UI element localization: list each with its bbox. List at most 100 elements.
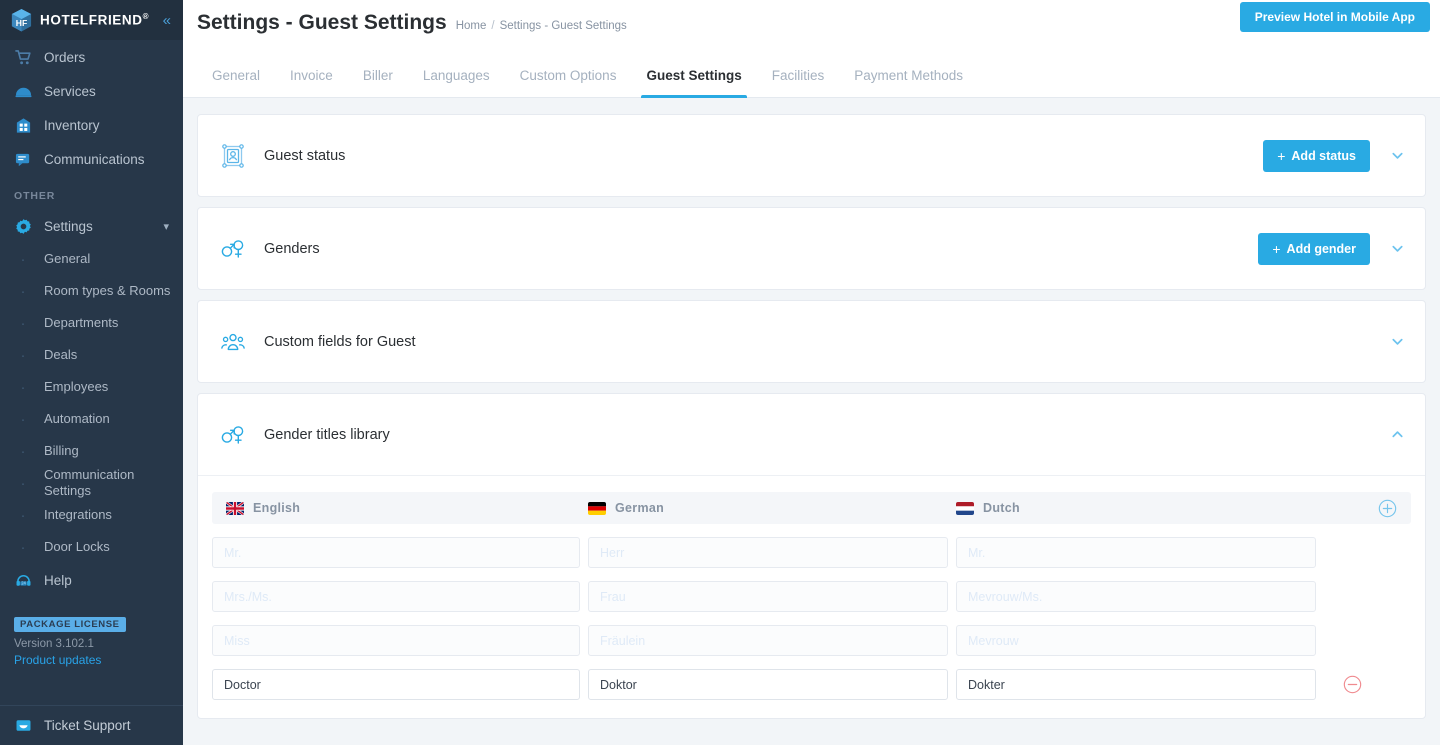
card-guest-status: Guest status + Add status [197, 114, 1426, 197]
sidebar-item-label: Inventory [44, 117, 100, 133]
ticket-chat-icon [14, 717, 32, 735]
chevron-down-icon[interactable] [1384, 144, 1411, 167]
gender-titles-body: English German Dutch [198, 475, 1425, 718]
title-input-german[interactable] [588, 625, 948, 656]
bullet-dot-icon: · [20, 442, 26, 460]
sidebar-item-automation[interactable]: · Automation [0, 403, 183, 435]
language-label: English [253, 501, 301, 515]
add-status-label: Add status [1291, 148, 1356, 163]
product-updates-link[interactable]: Product updates [14, 653, 183, 667]
chevron-down-icon[interactable] [1384, 237, 1411, 260]
tab-general[interactable]: General [197, 68, 275, 97]
bullet-dot-icon: · [20, 507, 26, 524]
title-input-german[interactable] [588, 669, 948, 700]
app-root: HF HOTELFRIEND® « Orders Services Invent… [0, 0, 1440, 745]
minus-circle-icon[interactable] [1343, 675, 1362, 694]
page-title: Settings - Guest Settings [197, 11, 447, 34]
sidebar-item-room-types-rooms[interactable]: · Room types & Rooms [0, 275, 183, 307]
gear-icon [14, 217, 32, 235]
add-gender-button[interactable]: + Add gender [1258, 232, 1370, 265]
inventory-building-icon [14, 116, 32, 134]
card-actions [1384, 330, 1411, 353]
tab-custom-options[interactable]: Custom Options [505, 68, 632, 97]
sidebar-item-door-locks[interactable]: · Door Locks [0, 532, 183, 564]
sidebar-item-orders[interactable]: Orders [0, 40, 183, 74]
main-area: Settings - Guest Settings Home / Setting… [183, 0, 1440, 745]
bullet-dot-icon: · [20, 314, 26, 332]
sidebar-item-help[interactable]: 24 Help [0, 564, 183, 598]
sidebar-section-other: OTHER [14, 190, 56, 202]
sidebar-item-integrations[interactable]: · Integrations [0, 500, 183, 532]
settings-tabs: General Invoice Biller Languages Custom … [183, 46, 1440, 98]
chevron-down-icon[interactable]: ▾ [163, 220, 169, 233]
sidebar-item-settings[interactable]: Settings ▾ [0, 209, 183, 243]
tab-invoice[interactable]: Invoice [275, 68, 348, 97]
card-genders-header: Genders + Add gender [198, 208, 1425, 289]
uk-flag [226, 501, 244, 515]
bullet-dot-icon: · [20, 378, 26, 396]
sidebar-item-communications[interactable]: Communications [0, 142, 183, 176]
add-status-button[interactable]: + Add status [1263, 139, 1370, 172]
title-input-dutch[interactable] [956, 669, 1316, 700]
sidebar-subitem-label: Billing [44, 442, 79, 458]
sidebar-item-departments[interactable]: · Departments [0, 307, 183, 339]
sidebar-subitem-label: Employees [44, 378, 109, 394]
title-input-dutch[interactable] [956, 581, 1316, 612]
group-people-icon [220, 329, 246, 355]
preview-hotel-in-mobile-app-button[interactable]: Preview Hotel in Mobile App [1239, 2, 1430, 32]
title-input-english[interactable] [212, 537, 580, 568]
tab-languages[interactable]: Languages [408, 68, 505, 97]
row-action-remove [1324, 675, 1380, 694]
sidebar-nav-scroll: Orders Services Inventory Communications [0, 40, 183, 745]
registered-mark: ® [142, 12, 150, 22]
title-input-english[interactable] [212, 581, 580, 612]
sidebar-item-general[interactable]: · General [0, 243, 183, 275]
plus-icon: + [1277, 147, 1286, 164]
card-guest-status-header: Guest status + Add status [198, 115, 1425, 196]
sidebar-item-label: Help [44, 573, 72, 588]
chevron-down-icon[interactable] [1384, 330, 1411, 353]
language-column-english: English [212, 501, 588, 515]
chevron-double-left-icon[interactable]: « [163, 13, 173, 28]
gender-symbols-icon [220, 236, 246, 262]
headset-24-support-icon: 24 [14, 572, 32, 590]
sidebar-item-employees[interactable]: · Employees [0, 371, 183, 403]
card-actions [1384, 423, 1411, 446]
guest-status-frame-icon [220, 143, 246, 169]
plus-circle-icon[interactable] [1378, 499, 1397, 518]
sidebar-footer: PACKAGE LICENSE Version 3.102.1 Product … [0, 598, 183, 667]
table-row [212, 537, 1411, 568]
sidebar-item-services[interactable]: Services [0, 74, 183, 108]
settings-content: Guest status + Add status Genders + Add … [183, 98, 1440, 745]
sidebar-subitem-label: Room types & Rooms [44, 282, 171, 298]
title-input-dutch[interactable] [956, 625, 1316, 656]
breadcrumb-home[interactable]: Home [456, 20, 487, 32]
sidebar-item-communication-settings[interactable]: · Communication Settings [0, 467, 183, 500]
sidebar-item-billing[interactable]: · Billing [0, 435, 183, 467]
plus-icon: + [1272, 240, 1281, 257]
chevron-up-icon[interactable] [1384, 423, 1411, 446]
tab-payment-methods[interactable]: Payment Methods [839, 68, 978, 97]
sidebar: HF HOTELFRIEND® « Orders Services Invent… [0, 0, 183, 745]
tab-guest-settings[interactable]: Guest Settings [631, 68, 756, 98]
title-input-english[interactable] [212, 625, 580, 656]
chat-bubble-icon [14, 150, 32, 168]
card-title: Genders [264, 240, 320, 257]
sidebar-subitem-label: Departments [44, 314, 119, 330]
title-input-german[interactable] [588, 537, 948, 568]
sidebar-item-ticket-support[interactable]: Ticket Support [0, 705, 183, 745]
sidebar-item-deals[interactable]: · Deals [0, 339, 183, 371]
table-row [212, 625, 1411, 656]
title-input-dutch[interactable] [956, 537, 1316, 568]
tab-facilities[interactable]: Facilities [757, 68, 840, 97]
dutch-flag [956, 501, 974, 515]
breadcrumb-separator: / [491, 19, 495, 32]
card-gender-titles-library: Gender titles library English German Dut… [197, 393, 1426, 719]
sidebar-item-inventory[interactable]: Inventory [0, 108, 183, 142]
title-input-english[interactable] [212, 669, 580, 700]
language-label: German [615, 501, 665, 515]
sidebar-subitem-label: Automation [44, 410, 110, 426]
sidebar-subitem-label: Door Locks [44, 539, 110, 555]
tab-biller[interactable]: Biller [348, 68, 408, 97]
title-input-german[interactable] [588, 581, 948, 612]
